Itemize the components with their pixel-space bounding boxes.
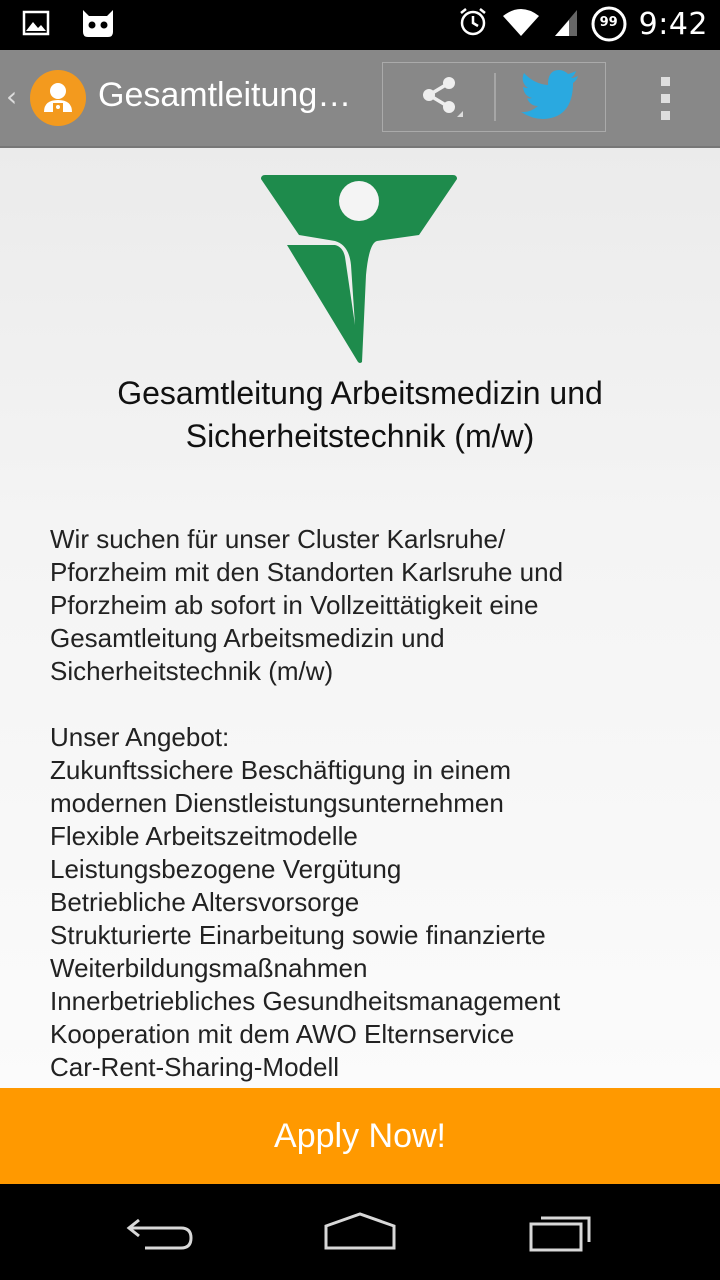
offer-line: Betriebliche Altersvorsorge: [50, 887, 360, 917]
offer-line: Car-Rent-Sharing-Modell: [50, 1052, 339, 1082]
back-icon[interactable]: [110, 1204, 210, 1260]
job-description: Wir suchen für unser Cluster Karlsruhe/ …: [50, 523, 690, 1084]
signal-icon: [553, 6, 579, 42]
share-button[interactable]: [383, 63, 494, 131]
job-detail-content: Gesamtleitung Arbeitsmedizin und Sicherh…: [0, 148, 720, 1088]
awo-logo: [259, 175, 459, 365]
apply-now-button[interactable]: Apply Now!: [0, 1088, 720, 1184]
offer-line: modernen Dienstleistungsunternehmen: [50, 788, 504, 818]
offer-line: Zukunftssichere Beschäftigung in einem: [50, 755, 512, 785]
cyanogen-mascot-icon: [80, 8, 116, 42]
status-bar: 99 9:42: [0, 0, 720, 50]
recent-apps-icon[interactable]: [510, 1204, 610, 1260]
page-title: Gesamtleitung…: [98, 76, 352, 114]
intro-line: Wir suchen für unser Cluster Karlsruhe/: [50, 524, 506, 554]
alarm-icon: [457, 6, 489, 42]
overflow-menu-icon[interactable]: [640, 68, 690, 128]
home-icon[interactable]: [310, 1204, 410, 1260]
offer-line: Strukturierte Einarbeitung sowie finanzi…: [50, 920, 546, 950]
navigation-bar: [0, 1184, 720, 1280]
share-icon: [415, 71, 463, 123]
status-time: 9:42: [638, 6, 708, 42]
intro-line: Pforzheim mit den Standorten Karlsruhe u…: [50, 557, 564, 587]
intro-line: Gesamtleitung Arbeitsmedizin und: [50, 623, 445, 653]
twitter-icon: [520, 70, 580, 124]
twitter-button[interactable]: [494, 63, 605, 131]
offer-line: Flexible Arbeitszeitmodelle: [50, 821, 358, 851]
intro-line: Sicherheitstechnik (m/w): [50, 656, 334, 686]
offer-line: Leistungsbezogene Vergütung: [50, 854, 402, 884]
battery-icon: 99: [591, 6, 627, 42]
intro-line: Pforzheim ab sofort in Vollzeittätigkeit…: [50, 590, 539, 620]
user-avatar-icon[interactable]: [30, 70, 86, 126]
offer-heading: Unser Angebot:: [50, 722, 230, 752]
gallery-notification-icon: [22, 9, 50, 41]
battery-level: 99: [599, 15, 618, 30]
offer-line: Innerbetriebliches Gesundheitsmanagement: [50, 986, 561, 1016]
offer-line: Weiterbildungsmaßnahmen: [50, 953, 368, 983]
action-bar: ‹ Gesamtleitung…: [0, 50, 720, 148]
wifi-icon: [501, 6, 541, 42]
job-title: Gesamtleitung Arbeitsmedizin und Sicherh…: [117, 375, 603, 454]
action-group: [382, 62, 606, 132]
up-navigation-icon[interactable]: ‹: [6, 80, 17, 113]
offer-line: Kooperation mit dem AWO Elternservice: [50, 1019, 515, 1049]
